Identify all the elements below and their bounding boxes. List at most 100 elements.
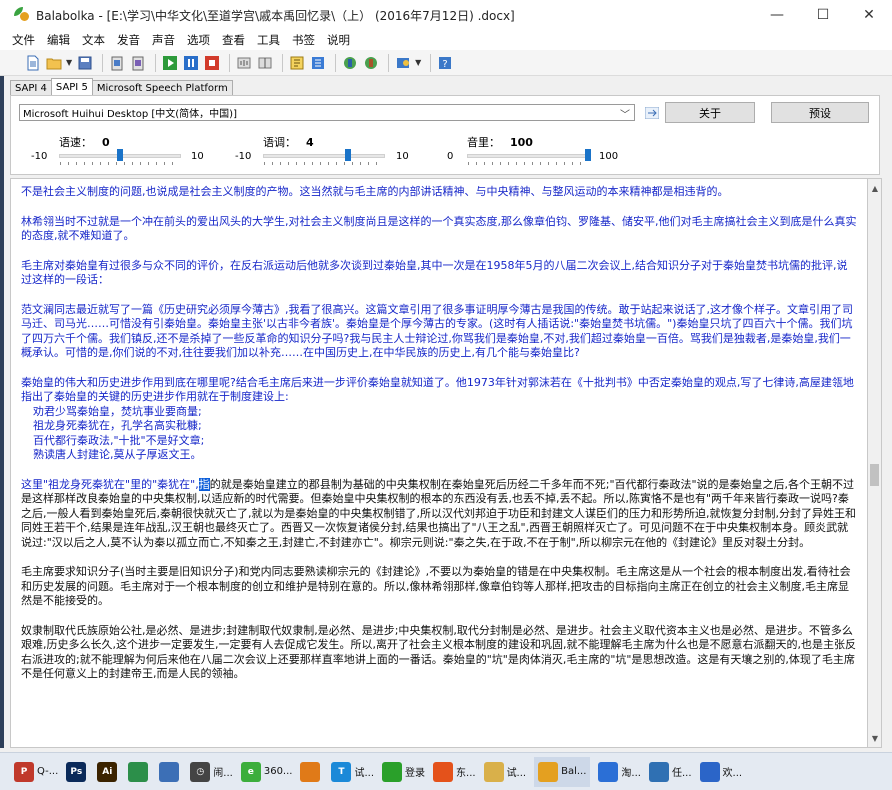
toolbar-separator [155,53,157,72]
taskbar-item[interactable]: 淘... [598,757,641,787]
taskbar-item[interactable]: 东... [433,757,476,787]
text-editor[interactable]: 不是社会主义制度的问题,也说成是社会主义制度的产物。这当然就与毛主席的内部讲话精… [10,178,868,748]
taskbar: P Q-... Ps Ai ◷ 闹... e 360... T 试... 登录 东... 试... Bal… [0,752,892,790]
save-button[interactable] [76,54,94,72]
folder-icon [46,58,62,69]
menu-bookmarks[interactable]: 书签 [292,32,315,48]
taskbar-item[interactable] [159,757,182,787]
voice-settings-alt-button[interactable] [362,54,380,72]
menu-options[interactable]: 选项 [187,32,210,48]
taskbar-item[interactable] [128,757,151,787]
bookmark-button[interactable] [288,54,306,72]
read-selection-button[interactable] [129,54,147,72]
new-document-button[interactable] [24,54,42,72]
menu-voice[interactable]: 声音 [152,32,175,48]
split-audio-button[interactable] [256,54,274,72]
help-button[interactable]: ? [436,54,454,72]
taskbar-app-icon: T [331,761,352,782]
volume-slider[interactable] [467,149,591,165]
taskbar-item[interactable]: P Q-... [14,757,58,787]
tab-sapi4[interactable]: SAPI 4 [10,80,52,96]
volume-value: 100 [510,136,533,149]
taskbar-item-label: 任... [671,768,692,779]
menu-tools[interactable]: 工具 [257,32,280,48]
dictionary-button[interactable] [309,54,327,72]
taskbar-item[interactable]: 任... [648,757,692,787]
rate-slider-thumb[interactable] [117,149,123,161]
rate-slider-ticks [60,162,180,165]
about-button[interactable]: 关于 [665,102,755,123]
taskbar-item[interactable]: 试... [483,757,527,787]
maximize-button[interactable]: ☐ [800,0,846,30]
read-clipboard-button[interactable] [108,54,126,72]
pause-button[interactable] [182,54,200,72]
taskbar-app-icon [159,761,180,782]
play-button[interactable] [161,54,179,72]
taskbar-item-label: Q-... [37,766,59,777]
taskbar-item[interactable]: Ps [66,757,89,787]
current-word-highlight: 指 [198,477,210,491]
taskbar-item[interactable]: T 试... [331,757,374,787]
tab-sapi5[interactable]: SAPI 5 [50,78,93,96]
menu-help[interactable]: 说明 [327,32,350,48]
taskbar-app-icon [128,761,149,782]
taskbar-item-label: Bal... [561,766,587,777]
volume-label: 音里： 100 [467,134,533,150]
voice-alt-icon [365,56,378,69]
voice-icon [344,56,357,69]
taskbar-app-icon [538,761,559,782]
paragraph: 毛主席对秦始皇有过很多与众不同的评价，在反右派运动后他就多次谈到过秦始皇,其中一… [21,258,848,287]
taskbar-item[interactable]: 欢... [699,757,742,787]
menu-text[interactable]: 文本 [82,32,105,48]
stop-button[interactable] [203,54,221,72]
rate-slider[interactable] [59,149,181,165]
rate-min: -10 [31,151,48,162]
editor-scrollbar[interactable]: ▲ ▼ [868,178,882,748]
taskbar-item-label: 试... [506,768,527,779]
pitch-slider-ticks [264,162,384,165]
speech-options-button[interactable] [394,54,412,72]
taskbar-item[interactable]: ◷ 闹... [190,757,233,787]
poem-line: 祖龙身死秦犹在，孔学名高实秕糠; [33,419,202,432]
chevron-down-icon: ﹀ [620,110,630,121]
taskbar-app-icon: e [240,761,261,782]
save-audio-button[interactable] [235,54,253,72]
taskbar-item[interactable]: Ai [97,757,120,787]
pitch-slider-thumb[interactable] [345,149,351,161]
help-icon: ? [439,56,452,70]
voice-info-button[interactable] [643,104,661,121]
close-button[interactable]: ✕ [846,0,892,30]
pitch-max: 10 [396,151,409,162]
taskbar-app-icon [483,761,504,782]
engine-tabs: SAPI 4 SAPI 5 Microsoft Speech Platform [10,78,233,96]
play-icon [163,55,178,70]
menu-file[interactable]: 文件 [12,32,35,48]
scroll-up-arrow-icon[interactable]: ▲ [868,181,882,195]
menu-view[interactable]: 查看 [222,32,245,48]
balabolka-app-icon[interactable] [14,7,30,23]
open-button[interactable] [45,54,63,72]
taskbar-app-icon [382,761,403,782]
minimize-button[interactable]: — [754,0,800,30]
tab-microsoft-speech-platform[interactable]: Microsoft Speech Platform [91,80,233,96]
pitch-label-text: 语调： [263,136,296,149]
volume-slider-thumb[interactable] [585,149,591,161]
scrollbar-thumb[interactable] [870,464,879,486]
taskbar-item[interactable]: 登录 [382,757,425,787]
menu-pronunciation[interactable]: 发音 [117,32,140,48]
taskbar-item[interactable] [300,757,323,787]
scroll-down-arrow-icon[interactable]: ▼ [868,731,882,745]
preset-button[interactable]: 预设 [771,102,869,123]
volume-min: 0 [447,151,454,162]
voice-select[interactable]: Microsoft Huihui Desktop [中文(简体，中国)] ﹀ [19,104,635,121]
speech-options-chevron-icon[interactable]: ▼ [415,58,421,67]
open-dropdown-chevron-icon[interactable]: ▼ [66,58,72,67]
toolbar-separator [430,53,432,72]
taskbar-item[interactable]: Bal... [534,756,591,787]
pitch-slider[interactable] [263,149,385,165]
taskbar-app-icon [699,761,720,782]
voice-settings-button[interactable] [341,54,359,72]
menu-edit[interactable]: 编辑 [47,32,70,48]
taskbar-item[interactable]: e 360... [240,757,292,787]
taskbar-app-icon: ◷ [190,761,211,782]
